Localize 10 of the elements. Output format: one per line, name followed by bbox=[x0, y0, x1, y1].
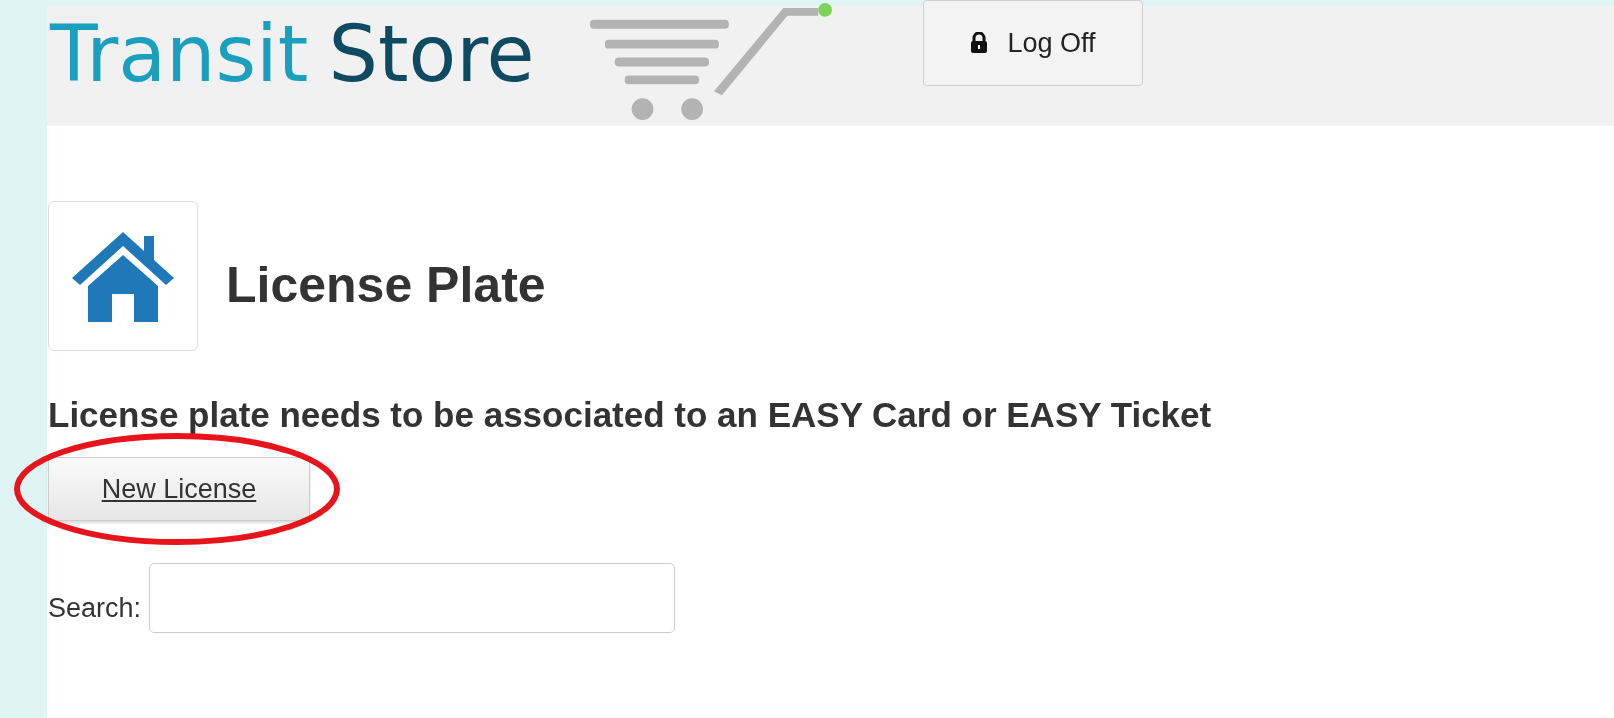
lock-icon bbox=[969, 32, 988, 54]
notice-text: License plate needs to be associated to an EASY Card or EASY Ticket bbox=[48, 395, 1213, 435]
log-off-button[interactable]: Log Off bbox=[922, 0, 1143, 86]
new-license-button[interactable]: New License bbox=[48, 457, 310, 521]
page-title: License Plate bbox=[226, 256, 546, 314]
logo-text: Transit bbox=[50, 8, 309, 101]
home-tile[interactable] bbox=[48, 201, 198, 351]
search-label: Search: bbox=[48, 592, 142, 624]
search-field[interactable] bbox=[149, 563, 676, 633]
logo-text: Store bbox=[328, 8, 535, 101]
